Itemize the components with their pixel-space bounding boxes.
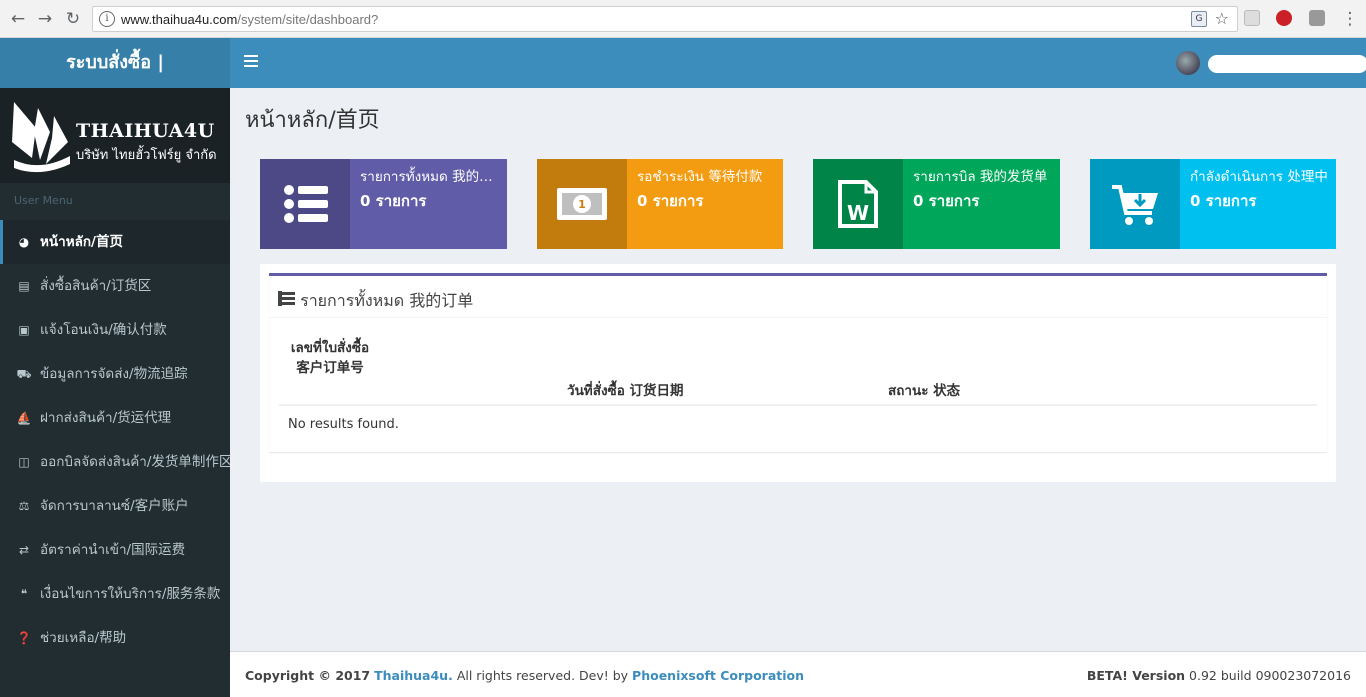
orders-box-title: รายการทั้งหมด 我的订单: [278, 287, 473, 314]
address-bar[interactable]: i www.thaihua4u.com/system/site/dashboar…: [92, 6, 1238, 32]
info-box-label: รายการบิล 我的发货单: [913, 169, 1048, 185]
page-title: หน้าหลัก/首页: [245, 108, 380, 133]
exchange-icon: ⇄: [18, 543, 30, 557]
bookmark-star-icon[interactable]: ☆: [1215, 9, 1229, 28]
info-box-bills[interactable]: W รายการบิล 我的发货单 0 รายการ: [813, 159, 1060, 249]
sidebar-item-dashboard[interactable]: ◕ หน้าหลัก/首页: [0, 220, 230, 264]
word-file-icon: W: [813, 159, 903, 249]
footer: Copyright © 2017 Thaihua4u. All rights r…: [230, 651, 1366, 697]
list-icon: [260, 159, 350, 249]
column-header-order-date[interactable]: วันที่สั่งซื้อ 订货日期: [567, 379, 684, 401]
user-name-redacted[interactable]: [1208, 55, 1366, 73]
word-file-icon: ◫: [18, 455, 30, 469]
info-box-count: 0 รายการ: [1190, 192, 1257, 210]
sidebar-item-balance[interactable]: ⚖ จัดการบาลานซ์/客户账户: [0, 484, 230, 528]
ship-icon: ⛵: [16, 411, 32, 425]
sidebar-item-payment[interactable]: ▣ แจ้งโอนเงิน/确认付款: [0, 308, 230, 352]
info-box-count: 0 รายการ: [360, 192, 427, 210]
list-icon: [278, 290, 295, 307]
sidebar-item-forwarding[interactable]: ⛵ ฝากส่งสินค้า/货运代理: [0, 396, 230, 440]
brand-panel: THAIHUA4U บริษัท ไทยฮั้วโฟร์ยู จำกัด: [0, 88, 230, 183]
sidebar: THAIHUA4U บริษัท ไทยฮั้วโฟร์ยู จำกัด Use…: [0, 88, 230, 697]
browser-toolbar: ← → ↻ i www.thaihua4u.com/system/site/da…: [0, 0, 1366, 38]
forward-arrow-icon[interactable]: →: [35, 9, 55, 29]
sidebar-item-terms[interactable]: ❝ เงื่อนไขการให้บริการ/服务条款: [0, 572, 230, 616]
sidebar-item-tracking[interactable]: ⛟ ข้อมูลการจัดส่ง/物流追踪: [0, 352, 230, 396]
info-icon[interactable]: i: [99, 11, 115, 27]
info-box-processing[interactable]: กำลังดำเนินการ 处理中 0 รายการ: [1090, 159, 1336, 249]
quote-icon: ❝: [20, 587, 28, 601]
url-text: www.thaihua4u.com/system/site/dashboard?: [121, 12, 379, 27]
sidebar-item-order[interactable]: ▤ สั่งซื้อสินค้า/订货区: [0, 264, 230, 308]
empty-state-text: No results found.: [288, 417, 399, 432]
brand-subtitle: บริษัท ไทยฮั้วโฟร์ยู จำกัด: [76, 148, 217, 163]
truck-icon: ⛟: [16, 367, 32, 381]
app-logo-bar[interactable]: ระบบสั่งซื้อ |: [0, 38, 230, 88]
basket-icon: ▤: [18, 279, 30, 293]
box-divider: [269, 317, 1327, 318]
question-icon: ❓: [16, 631, 32, 645]
cat-extension-icon[interactable]: [1309, 10, 1325, 26]
hamburger-menu-icon[interactable]: [244, 55, 258, 67]
footer-copyright: Copyright © 2017 Thaihua4u. All rights r…: [245, 668, 805, 683]
developer-link[interactable]: Phoenixsoft Corporation: [632, 668, 804, 683]
info-box-label: รอชำระเงิน 等待付款: [637, 169, 763, 185]
column-header-status[interactable]: สถานะ 状态: [888, 379, 960, 401]
reload-icon[interactable]: ↻: [63, 9, 83, 29]
back-arrow-icon[interactable]: ←: [8, 9, 28, 29]
sidebar-item-rates[interactable]: ⇄ อัตราค่านำเข้า/国际运费: [0, 528, 230, 572]
column-header-order-number[interactable]: เลขที่ใบสั่งซื้อ客户订单号: [287, 338, 373, 378]
book-logo-icon: [12, 102, 70, 173]
info-box-label: รายการทั้งหมด 我的订单: [360, 169, 500, 185]
app-title: ระบบสั่งซื้อ |: [66, 52, 164, 73]
svg-text:W: W: [847, 201, 869, 225]
svg-text:1: 1: [578, 198, 586, 211]
pinterest-icon[interactable]: [1276, 10, 1292, 26]
company-link[interactable]: Thaihua4u.: [374, 668, 453, 683]
balance-scale-icon: ⚖: [18, 499, 30, 513]
info-box-count: 0 รายการ: [913, 192, 980, 210]
info-box-all-orders[interactable]: รายการทั้งหมด 我的订单 0 รายการ: [260, 159, 507, 249]
orders-box: รายการทั้งหมด 我的订单 เลขที่ใบสั่งซื้อ客户订单号…: [269, 273, 1327, 452]
menu-dots-icon[interactable]: ⋮: [1340, 9, 1360, 29]
info-box-label: กำลังดำเนินการ 处理中: [1190, 169, 1328, 185]
info-box-awaiting-payment[interactable]: 1 รอชำระเงิน 等待付款 0 รายการ: [537, 159, 783, 249]
translate-icon[interactable]: G: [1191, 11, 1207, 27]
top-navbar: [230, 38, 1366, 88]
user-menu-header: User Menu: [14, 194, 73, 207]
sidebar-menu: ◕ หน้าหลัก/首页 ▤ สั่งซื้อสินค้า/订货区 ▣ แจ้งโอ…: [0, 220, 230, 660]
avatar[interactable]: [1176, 51, 1200, 75]
cart-download-icon: [1090, 159, 1180, 249]
money-icon: 1: [537, 159, 627, 249]
footer-version: BETA! Version 0.92 build 090023072016: [1086, 668, 1351, 683]
dashboard-icon: ◕: [18, 235, 30, 249]
money-icon: ▣: [18, 323, 30, 337]
sidebar-item-invoice[interactable]: ◫ ออกบิลจัดส่งสินค้า/发货单制作区: [0, 440, 230, 484]
info-box-count: 0 รายการ: [637, 192, 704, 210]
table-header-divider: [279, 404, 1317, 406]
sidebar-item-help[interactable]: ❓ ช่วยเหลือ/帮助: [0, 616, 230, 660]
orders-panel: รายการทั้งหมด 我的订单 เลขที่ใบสั่งซื้อ客户订单号…: [260, 264, 1336, 482]
extension-icon[interactable]: [1244, 10, 1260, 26]
brand-name: THAIHUA4U: [76, 120, 215, 142]
